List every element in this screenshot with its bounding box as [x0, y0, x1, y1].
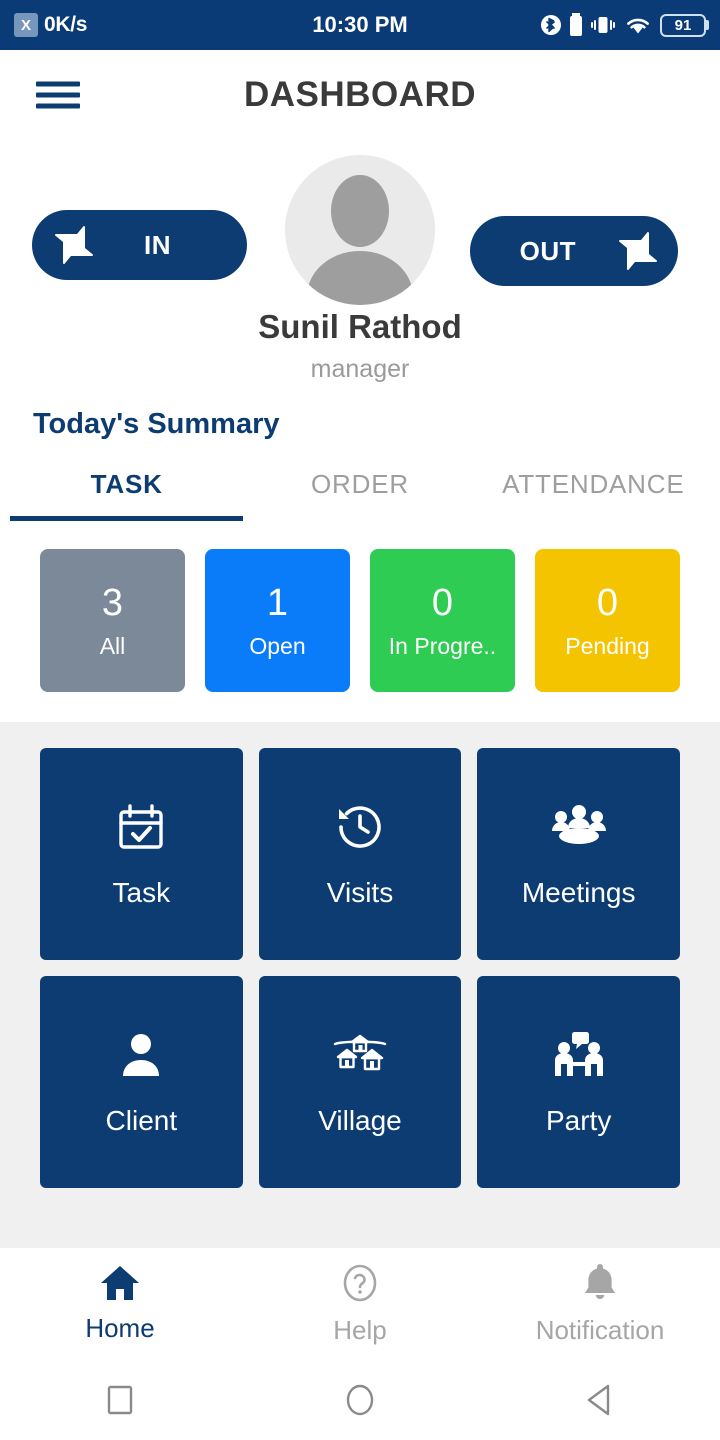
stat-label: Pending	[565, 632, 650, 659]
network-badge-icon: X	[14, 13, 38, 37]
bottom-nav-label: Notification	[535, 1315, 665, 1345]
camera-aperture-icon	[612, 225, 664, 277]
bottom-navigation: Home Help Notification	[0, 1248, 720, 1360]
calendar-check-icon	[115, 799, 167, 855]
page-title: DASHBOARD	[244, 75, 476, 114]
bell-icon	[580, 1262, 620, 1309]
group-meeting-icon	[550, 799, 608, 855]
tile-label: Meetings	[521, 877, 636, 908]
tile-client[interactable]: Client	[40, 976, 243, 1188]
tile-label: Client	[105, 1105, 178, 1136]
bottom-nav-notification[interactable]: Notification	[480, 1248, 720, 1360]
bluetooth-battery-icon	[569, 12, 583, 38]
profile-name: Sunil Rathod	[258, 308, 462, 345]
hamburger-menu-icon[interactable]	[36, 76, 80, 115]
status-bar: X 0K/s 10:30 PM 91	[0, 0, 720, 50]
stat-count: 1	[266, 581, 289, 624]
tile-label: Visits	[326, 877, 394, 908]
module-grid: Task Visits Meetings Client Village Part…	[40, 748, 680, 1188]
camera-aperture-icon	[48, 219, 100, 271]
tile-meetings[interactable]: Meetings	[477, 748, 680, 960]
village-huts-icon	[332, 1027, 388, 1083]
bluetooth-icon	[540, 12, 562, 38]
stat-label: Open	[249, 632, 306, 659]
tile-label: Village	[318, 1105, 402, 1136]
status-bar-left: X 0K/s	[14, 13, 312, 37]
module-grid-section: Task Visits Meetings Client Village Part…	[0, 722, 720, 1248]
recents-square-icon[interactable]	[0, 1380, 240, 1420]
tile-visits[interactable]: Visits	[258, 748, 462, 960]
bottom-nav-help[interactable]: Help	[240, 1248, 480, 1360]
stat-card-all[interactable]: 3 All	[40, 549, 185, 692]
status-bar-right: 91	[408, 12, 707, 38]
network-speed-label: 0K/s	[44, 13, 88, 36]
app-bar: DASHBOARD	[0, 50, 720, 140]
clock-history-icon	[334, 799, 386, 855]
stat-count: 0	[431, 581, 454, 624]
stat-card-pending[interactable]: 0 Pending	[535, 549, 680, 692]
stat-count: 3	[101, 581, 124, 624]
stat-count: 0	[596, 581, 619, 624]
punch-out-label: OUT	[519, 235, 576, 266]
two-people-chat-icon	[551, 1027, 607, 1083]
tab-attendance[interactable]: ATTENDANCE	[477, 469, 710, 521]
question-circle-icon	[339, 1262, 381, 1309]
profile-role: manager	[310, 355, 410, 383]
phone-screen: X 0K/s 10:30 PM 91 DASHBOARD IN OUT Suni…	[0, 0, 720, 1440]
tile-village[interactable]: Village	[258, 976, 462, 1188]
vibrate-icon	[590, 12, 616, 38]
tile-label: Task	[112, 877, 171, 908]
summary-heading: Today's Summary	[33, 408, 280, 440]
avatar	[285, 155, 435, 305]
tab-task[interactable]: TASK	[10, 469, 244, 521]
stat-card-in-progress[interactable]: 0 In Progre..	[370, 549, 515, 692]
back-triangle-icon[interactable]	[480, 1380, 720, 1420]
stat-label: In Progre..	[388, 632, 497, 659]
bottom-nav-label: Help	[333, 1315, 387, 1345]
stat-label: All	[99, 632, 126, 659]
tile-task[interactable]: Task	[40, 748, 243, 960]
home-circle-icon[interactable]	[240, 1380, 480, 1420]
punch-in-button[interactable]: IN	[32, 210, 247, 280]
home-icon	[99, 1264, 141, 1307]
summary-tabs: TASK ORDER ATTENDANCE	[0, 469, 720, 521]
tile-label: Party	[545, 1105, 612, 1136]
profile-section: IN OUT Sunil Rathod manager	[0, 140, 720, 400]
stat-card-open[interactable]: 1 Open	[205, 549, 350, 692]
bottom-nav-home[interactable]: Home	[0, 1248, 240, 1360]
person-icon	[118, 1027, 164, 1083]
bottom-nav-label: Home	[85, 1313, 155, 1343]
status-bar-clock: 10:30 PM	[312, 12, 408, 37]
tab-order[interactable]: ORDER	[243, 469, 476, 521]
android-navigation-bar	[0, 1360, 720, 1440]
punch-out-button[interactable]: OUT	[470, 216, 678, 286]
tile-party[interactable]: Party	[477, 976, 680, 1188]
wifi-icon	[623, 12, 653, 38]
battery-icon: 91	[660, 13, 707, 37]
summary-stat-cards: 3 All 1 Open 0 In Progre.. 0 Pending	[0, 521, 720, 722]
default-avatar-icon	[285, 155, 435, 305]
punch-in-label: IN	[144, 229, 171, 260]
